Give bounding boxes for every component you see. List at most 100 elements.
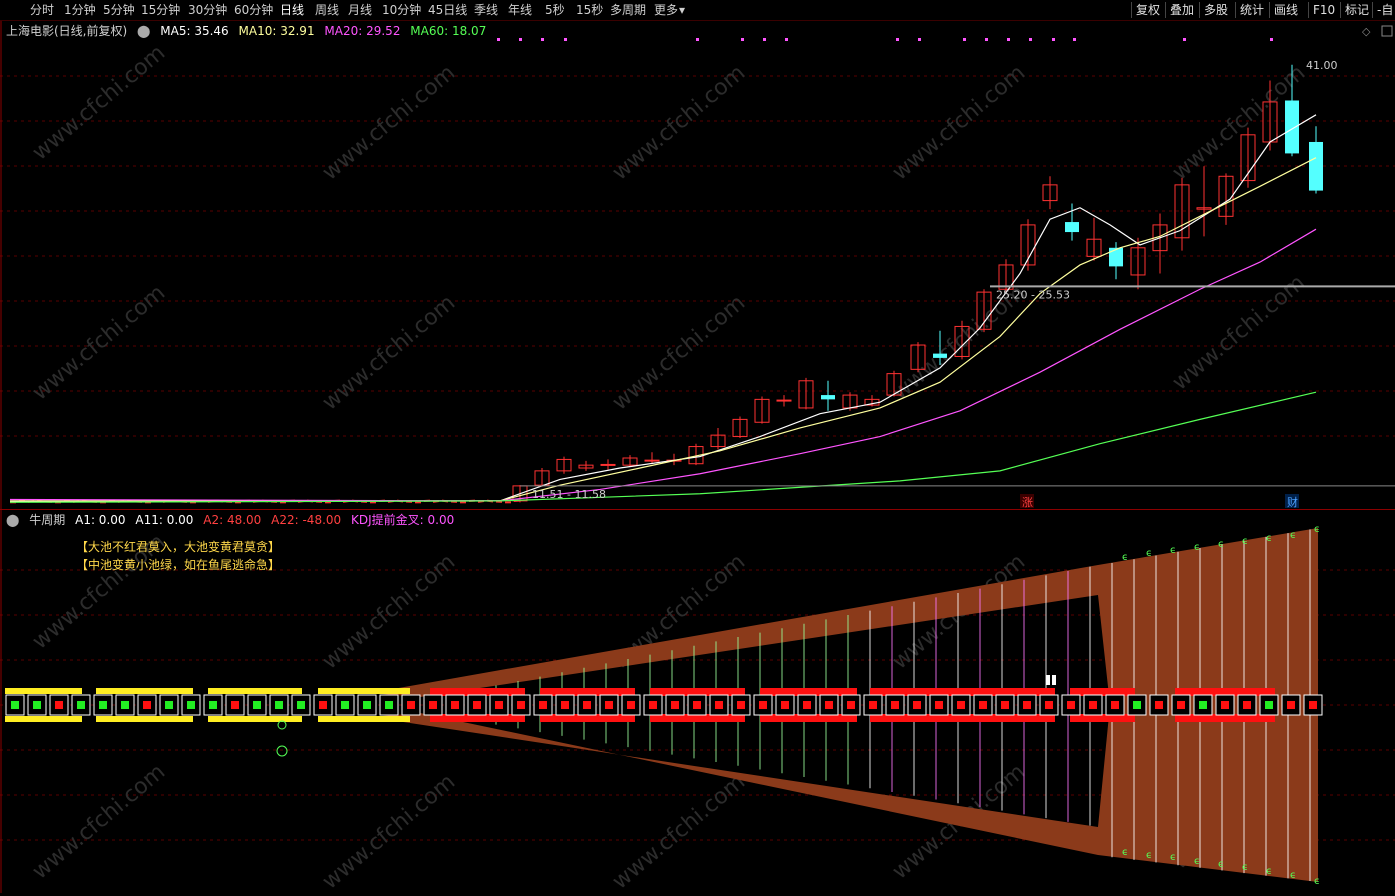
signal-dot — [1270, 38, 1273, 41]
period-tab-14[interactable]: 15秒 — [576, 2, 603, 18]
signal-circle — [277, 746, 287, 756]
toolbar-button-3[interactable]: 统计 — [1240, 2, 1264, 18]
period-tab-2[interactable]: 5分钟 — [103, 2, 135, 18]
signal-dot — [963, 38, 966, 41]
settings-icon[interactable]: ⬤ — [137, 24, 150, 38]
cycle-cell-marker — [473, 701, 481, 709]
kdj-value: KDJ提前金叉: 0.00 — [351, 513, 454, 527]
period-tab-0[interactable]: 分时 — [30, 2, 54, 18]
cycle-cell-marker — [187, 701, 195, 709]
period-tab-8[interactable]: 月线 — [348, 2, 372, 18]
cycle-cell-marker — [869, 701, 877, 709]
watermark: www.cfchi.com — [318, 290, 460, 415]
cycle-cell-marker — [55, 701, 63, 709]
cycle-cell-marker — [979, 701, 987, 709]
cycle-cell-marker — [1089, 701, 1097, 709]
signal-dot — [1007, 38, 1010, 41]
cycle-cell-marker — [1243, 701, 1251, 709]
watermark: www.cfchi.com — [318, 769, 460, 893]
signal-dot — [497, 38, 500, 41]
yellow-pool-bottom — [96, 716, 193, 722]
period-tab-11[interactable]: 季线 — [474, 2, 498, 18]
cycle-cell-marker — [319, 701, 327, 709]
tip-arrow-icon: ϵ — [1218, 539, 1224, 550]
period-tab-4[interactable]: 30分钟 — [188, 2, 227, 18]
toolbar-separator — [1372, 2, 1373, 18]
cycle-cell-marker — [1221, 701, 1229, 709]
price-chart-pane[interactable]: www.cfchi.com www.cfchi.com www.cfchi.com w… — [0, 21, 1395, 509]
cycle-cell-marker — [77, 701, 85, 709]
toolbar-separator — [1199, 2, 1200, 18]
cycle-cell-marker — [1177, 701, 1185, 709]
expand-icon[interactable] — [1382, 26, 1392, 36]
tip-arrow-icon: ϵ — [1242, 536, 1248, 547]
period-tab-10[interactable]: 45日线 — [428, 2, 467, 18]
cycle-cell-marker — [539, 701, 547, 709]
signal-dot — [763, 38, 766, 41]
period-tab-3[interactable]: 15分钟 — [141, 2, 180, 18]
cycle-cell-marker — [407, 701, 415, 709]
cycle-cell-marker — [561, 701, 569, 709]
signal-dot — [1029, 38, 1032, 41]
candle-down — [1285, 101, 1299, 154]
watermark: www.cfchi.com — [608, 769, 750, 893]
tip-arrow-icon: ϵ — [1218, 859, 1224, 870]
toolbar-separator — [1340, 2, 1341, 18]
tip-arrow-icon: ϵ — [1146, 548, 1152, 559]
period-tab-16[interactable]: 更多 — [654, 2, 678, 18]
cycle-cell-marker — [605, 701, 613, 709]
candle-down — [821, 395, 835, 399]
cycle-cell-marker — [671, 701, 679, 709]
indicator-note-2: 【中池变黄小池绿，如在鱼尾逃命急】 — [76, 556, 280, 573]
tip-arrow-icon: ϵ — [1194, 542, 1200, 553]
period-tab-5[interactable]: 60分钟 — [234, 2, 273, 18]
watermark: www.cfchi.com — [1168, 270, 1310, 395]
yellow-pool-top — [318, 688, 410, 694]
toolbar-separator — [1165, 2, 1166, 18]
toolbar-button-7[interactable]: -自 — [1377, 2, 1393, 18]
period-tab-9[interactable]: 10分钟 — [382, 2, 421, 18]
more-arrow-icon[interactable]: ▾ — [679, 2, 685, 18]
badge-cai: 财 — [1287, 495, 1298, 509]
signal-dot — [541, 38, 544, 41]
toolbar-button-5[interactable]: F10 — [1313, 2, 1335, 18]
toolbar-button-2[interactable]: 多股 — [1204, 2, 1228, 18]
ma5-line — [10, 115, 1316, 502]
cycle-cell-marker — [1287, 701, 1295, 709]
cycle-cell-marker — [715, 701, 723, 709]
cycle-cell-marker — [451, 701, 459, 709]
period-tab-7[interactable]: 周线 — [315, 2, 339, 18]
cycle-cell-marker — [121, 701, 129, 709]
toolbar-separator — [1308, 2, 1309, 18]
period-toolbar: 分时 1分钟 5分钟 15分钟 30分钟 60分钟日线周线月线 10分钟 45日线季线年线 5秒… — [0, 0, 1395, 21]
toolbar-button-4[interactable]: 画线 — [1274, 2, 1298, 18]
watermark: www.cfchi.com — [888, 60, 1030, 185]
toolbar-button-0[interactable]: 复权 — [1136, 2, 1160, 18]
signal-dot — [1052, 38, 1055, 41]
cycle-cell-marker — [759, 701, 767, 709]
period-tab-12[interactable]: 年线 — [508, 2, 532, 18]
toolbar-button-6[interactable]: 标记 — [1345, 2, 1369, 18]
period-tab-1[interactable]: 1分钟 — [64, 2, 96, 18]
signal-dot — [564, 38, 567, 41]
yellow-pool-bottom — [5, 716, 82, 722]
signal-dot — [696, 38, 699, 41]
toolbar-button-1[interactable]: 叠加 — [1170, 2, 1194, 18]
indicator-legend: ⬤ 牛周期 A1: 0.00 A11: 0.00 A2: 48.00 A22: … — [6, 511, 460, 528]
cycle-cell-marker — [341, 701, 349, 709]
candlestick-chart[interactable]: www.cfchi.com www.cfchi.com www.cfchi.com w… — [0, 21, 1395, 509]
a22-value: A22: -48.00 — [271, 513, 341, 527]
cycle-cell-marker — [209, 701, 217, 709]
period-tab-6[interactable]: 日线 — [280, 2, 304, 18]
cycle-cell-marker — [627, 701, 635, 709]
period-tab-13[interactable]: 5秒 — [545, 2, 565, 18]
badge-zhang: 涨 — [1022, 496, 1033, 509]
period-tab-15[interactable]: 多周期 — [610, 2, 646, 18]
indicator-settings-icon[interactable]: ⬤ — [6, 513, 19, 527]
watermark: www.cfchi.com — [318, 60, 460, 185]
cycle-cell-marker — [913, 701, 921, 709]
watermark: www.cfchi.com — [608, 60, 750, 185]
diamond-icon[interactable]: ◇ — [1362, 25, 1371, 38]
cycle-cell-marker — [583, 701, 591, 709]
indicator-pane[interactable]: www.cfchi.comwww.cfchi.comwww.cfchi.comw… — [0, 510, 1395, 893]
